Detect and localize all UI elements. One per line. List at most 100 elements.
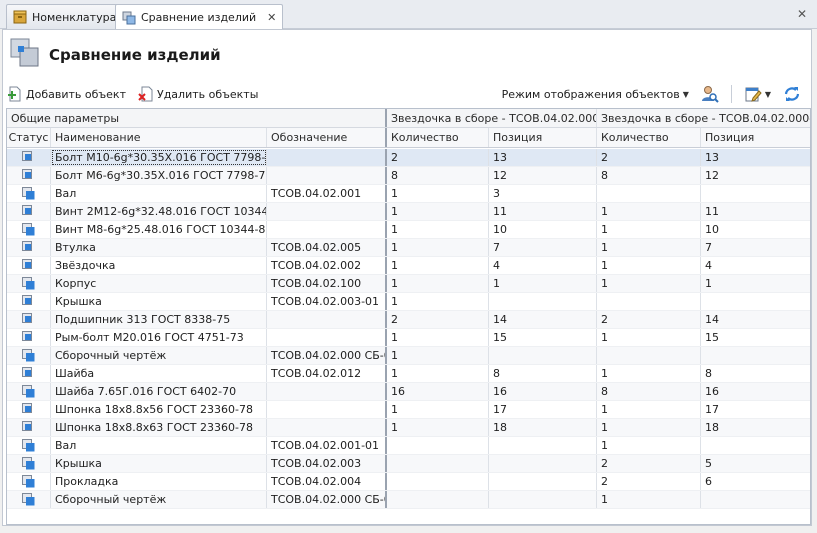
table-row[interactable]: Сборочный чертёж ТСОВ.04.02.000 СБ-01 1: [7, 491, 810, 509]
name-cell[interactable]: Вал: [51, 437, 267, 454]
position-cell[interactable]: 1: [701, 275, 810, 292]
position-cell[interactable]: [701, 185, 810, 202]
quantity-cell[interactable]: 2: [597, 311, 701, 328]
name-cell[interactable]: Вал: [51, 185, 267, 202]
position-cell[interactable]: 18: [489, 419, 597, 436]
table-row[interactable]: Рым-болт М20.016 ГОСТ 4751-73 1 15 1 15: [7, 329, 810, 347]
position-cell[interactable]: 5: [701, 455, 810, 472]
name-cell[interactable]: Шпонка 18x8.8x63 ГОСТ 23360-78: [51, 419, 267, 436]
designation-cell[interactable]: ТСОВ.04.02.005: [267, 239, 387, 256]
quantity-cell[interactable]: 1: [597, 401, 701, 418]
user-search-button[interactable]: [697, 83, 723, 105]
designation-cell[interactable]: [267, 419, 387, 436]
quantity-cell[interactable]: 2: [597, 149, 701, 166]
position-cell[interactable]: [489, 347, 597, 364]
position-cell[interactable]: [489, 455, 597, 472]
quantity-cell[interactable]: [597, 293, 701, 310]
table-row[interactable]: Винт 2М12-6g*32.48.016 ГОСТ 10344-80 1 11 1…: [7, 203, 810, 221]
quantity-cell[interactable]: 8: [597, 383, 701, 400]
name-cell[interactable]: Подшипник 313 ГОСТ 8338-75: [51, 311, 267, 328]
designation-cell[interactable]: ТСОВ.04.02.003-01: [267, 293, 387, 310]
position-cell[interactable]: [701, 293, 810, 310]
position-cell[interactable]: [701, 437, 810, 454]
table-row[interactable]: Сборочный чертёж ТСОВ.04.02.000 СБ-02 1: [7, 347, 810, 365]
designation-cell[interactable]: [267, 329, 387, 346]
position-cell[interactable]: 14: [489, 311, 597, 328]
quantity-cell[interactable]: [387, 473, 489, 490]
quantity-cell[interactable]: 1: [597, 221, 701, 238]
name-cell[interactable]: Шайба 7.65Г.016 ГОСТ 6402-70: [51, 383, 267, 400]
add-object-button[interactable]: Добавить объект: [3, 83, 130, 105]
table-row[interactable]: Звёздочка ТСОВ.04.02.002 1 4 1 4: [7, 257, 810, 275]
designation-cell[interactable]: [267, 311, 387, 328]
designation-cell[interactable]: [267, 167, 387, 184]
table-row[interactable]: Шайба ТСОВ.04.02.012 1 8 1 8: [7, 365, 810, 383]
name-cell[interactable]: Сборочный чертёж: [51, 347, 267, 364]
table-row[interactable]: Шпонка 18x8.8x56 ГОСТ 23360-78 1 17 1 17: [7, 401, 810, 419]
table-row[interactable]: Втулка ТСОВ.04.02.005 1 7 1 7: [7, 239, 810, 257]
designation-cell[interactable]: ТСОВ.04.02.100: [267, 275, 387, 292]
position-cell[interactable]: 13: [701, 149, 810, 166]
name-cell[interactable]: Шайба: [51, 365, 267, 382]
column-header-position[interactable]: Позиция: [489, 128, 597, 147]
position-cell[interactable]: 17: [489, 401, 597, 418]
column-header-designation[interactable]: Обозначение: [267, 128, 387, 147]
quantity-cell[interactable]: 1: [387, 419, 489, 436]
quantity-cell[interactable]: [597, 185, 701, 202]
column-header-quantity[interactable]: Количество: [387, 128, 489, 147]
designation-cell[interactable]: [267, 203, 387, 220]
display-mode-dropdown[interactable]: Режим отображения объектов ▼: [498, 83, 693, 105]
table-row[interactable]: Крышка ТСОВ.04.02.003 2 5: [7, 455, 810, 473]
name-cell[interactable]: Шпонка 18x8.8x56 ГОСТ 23360-78: [51, 401, 267, 418]
quantity-cell[interactable]: 2: [387, 149, 489, 166]
position-cell[interactable]: 1: [489, 275, 597, 292]
quantity-cell[interactable]: 1: [387, 401, 489, 418]
designation-cell[interactable]: ТСОВ.04.02.001: [267, 185, 387, 202]
quantity-cell[interactable]: 1: [597, 419, 701, 436]
close-icon[interactable]: ✕: [267, 11, 276, 24]
position-cell[interactable]: 15: [701, 329, 810, 346]
name-cell[interactable]: Болт М10-6g*30.35Х.016 ГОСТ 7798-70: [51, 149, 267, 166]
quantity-cell[interactable]: 1: [387, 221, 489, 238]
table-row[interactable]: Шпонка 18x8.8x63 ГОСТ 23360-78 1 18 1 18: [7, 419, 810, 437]
position-cell[interactable]: 3: [489, 185, 597, 202]
quantity-cell[interactable]: 2: [597, 455, 701, 472]
name-cell[interactable]: Рым-болт М20.016 ГОСТ 4751-73: [51, 329, 267, 346]
tab-compare[interactable]: Сравнение изделий ✕: [115, 4, 284, 30]
position-cell[interactable]: 16: [489, 383, 597, 400]
quantity-cell[interactable]: 1: [597, 257, 701, 274]
designation-cell[interactable]: [267, 383, 387, 400]
name-cell[interactable]: Крышка: [51, 293, 267, 310]
tab-nomenclature[interactable]: Номенклатура: [6, 4, 124, 29]
position-cell[interactable]: 18: [701, 419, 810, 436]
position-cell[interactable]: 8: [701, 365, 810, 382]
quantity-cell[interactable]: 1: [387, 275, 489, 292]
position-cell[interactable]: 4: [701, 257, 810, 274]
designation-cell[interactable]: ТСОВ.04.02.004: [267, 473, 387, 490]
position-cell[interactable]: [489, 473, 597, 490]
designation-cell[interactable]: ТСОВ.04.02.001-01: [267, 437, 387, 454]
quantity-cell[interactable]: 8: [387, 167, 489, 184]
delete-objects-button[interactable]: Удалить объекты: [134, 83, 262, 105]
quantity-cell[interactable]: 1: [387, 203, 489, 220]
table-row[interactable]: Болт М10-6g*30.35Х.016 ГОСТ 7798-70 2 13 2 1…: [7, 149, 810, 167]
quantity-cell[interactable]: 16: [387, 383, 489, 400]
position-cell[interactable]: 7: [489, 239, 597, 256]
column-header-status[interactable]: Статус: [7, 128, 51, 147]
position-cell[interactable]: 11: [489, 203, 597, 220]
quantity-cell[interactable]: 1: [597, 491, 701, 508]
table-row[interactable]: Подшипник 313 ГОСТ 8338-75 2 14 2 14: [7, 311, 810, 329]
quantity-cell[interactable]: 1: [597, 203, 701, 220]
name-cell[interactable]: Корпус: [51, 275, 267, 292]
position-cell[interactable]: 8: [489, 365, 597, 382]
quantity-cell[interactable]: [387, 437, 489, 454]
table-row[interactable]: Вал ТСОВ.04.02.001-01 1: [7, 437, 810, 455]
name-cell[interactable]: Звёздочка: [51, 257, 267, 274]
quantity-cell[interactable]: 1: [387, 293, 489, 310]
position-cell[interactable]: [489, 437, 597, 454]
position-cell[interactable]: 12: [701, 167, 810, 184]
name-cell[interactable]: Крышка: [51, 455, 267, 472]
position-cell[interactable]: [701, 491, 810, 508]
designation-cell[interactable]: ТСОВ.04.02.012: [267, 365, 387, 382]
quantity-cell[interactable]: [387, 491, 489, 508]
